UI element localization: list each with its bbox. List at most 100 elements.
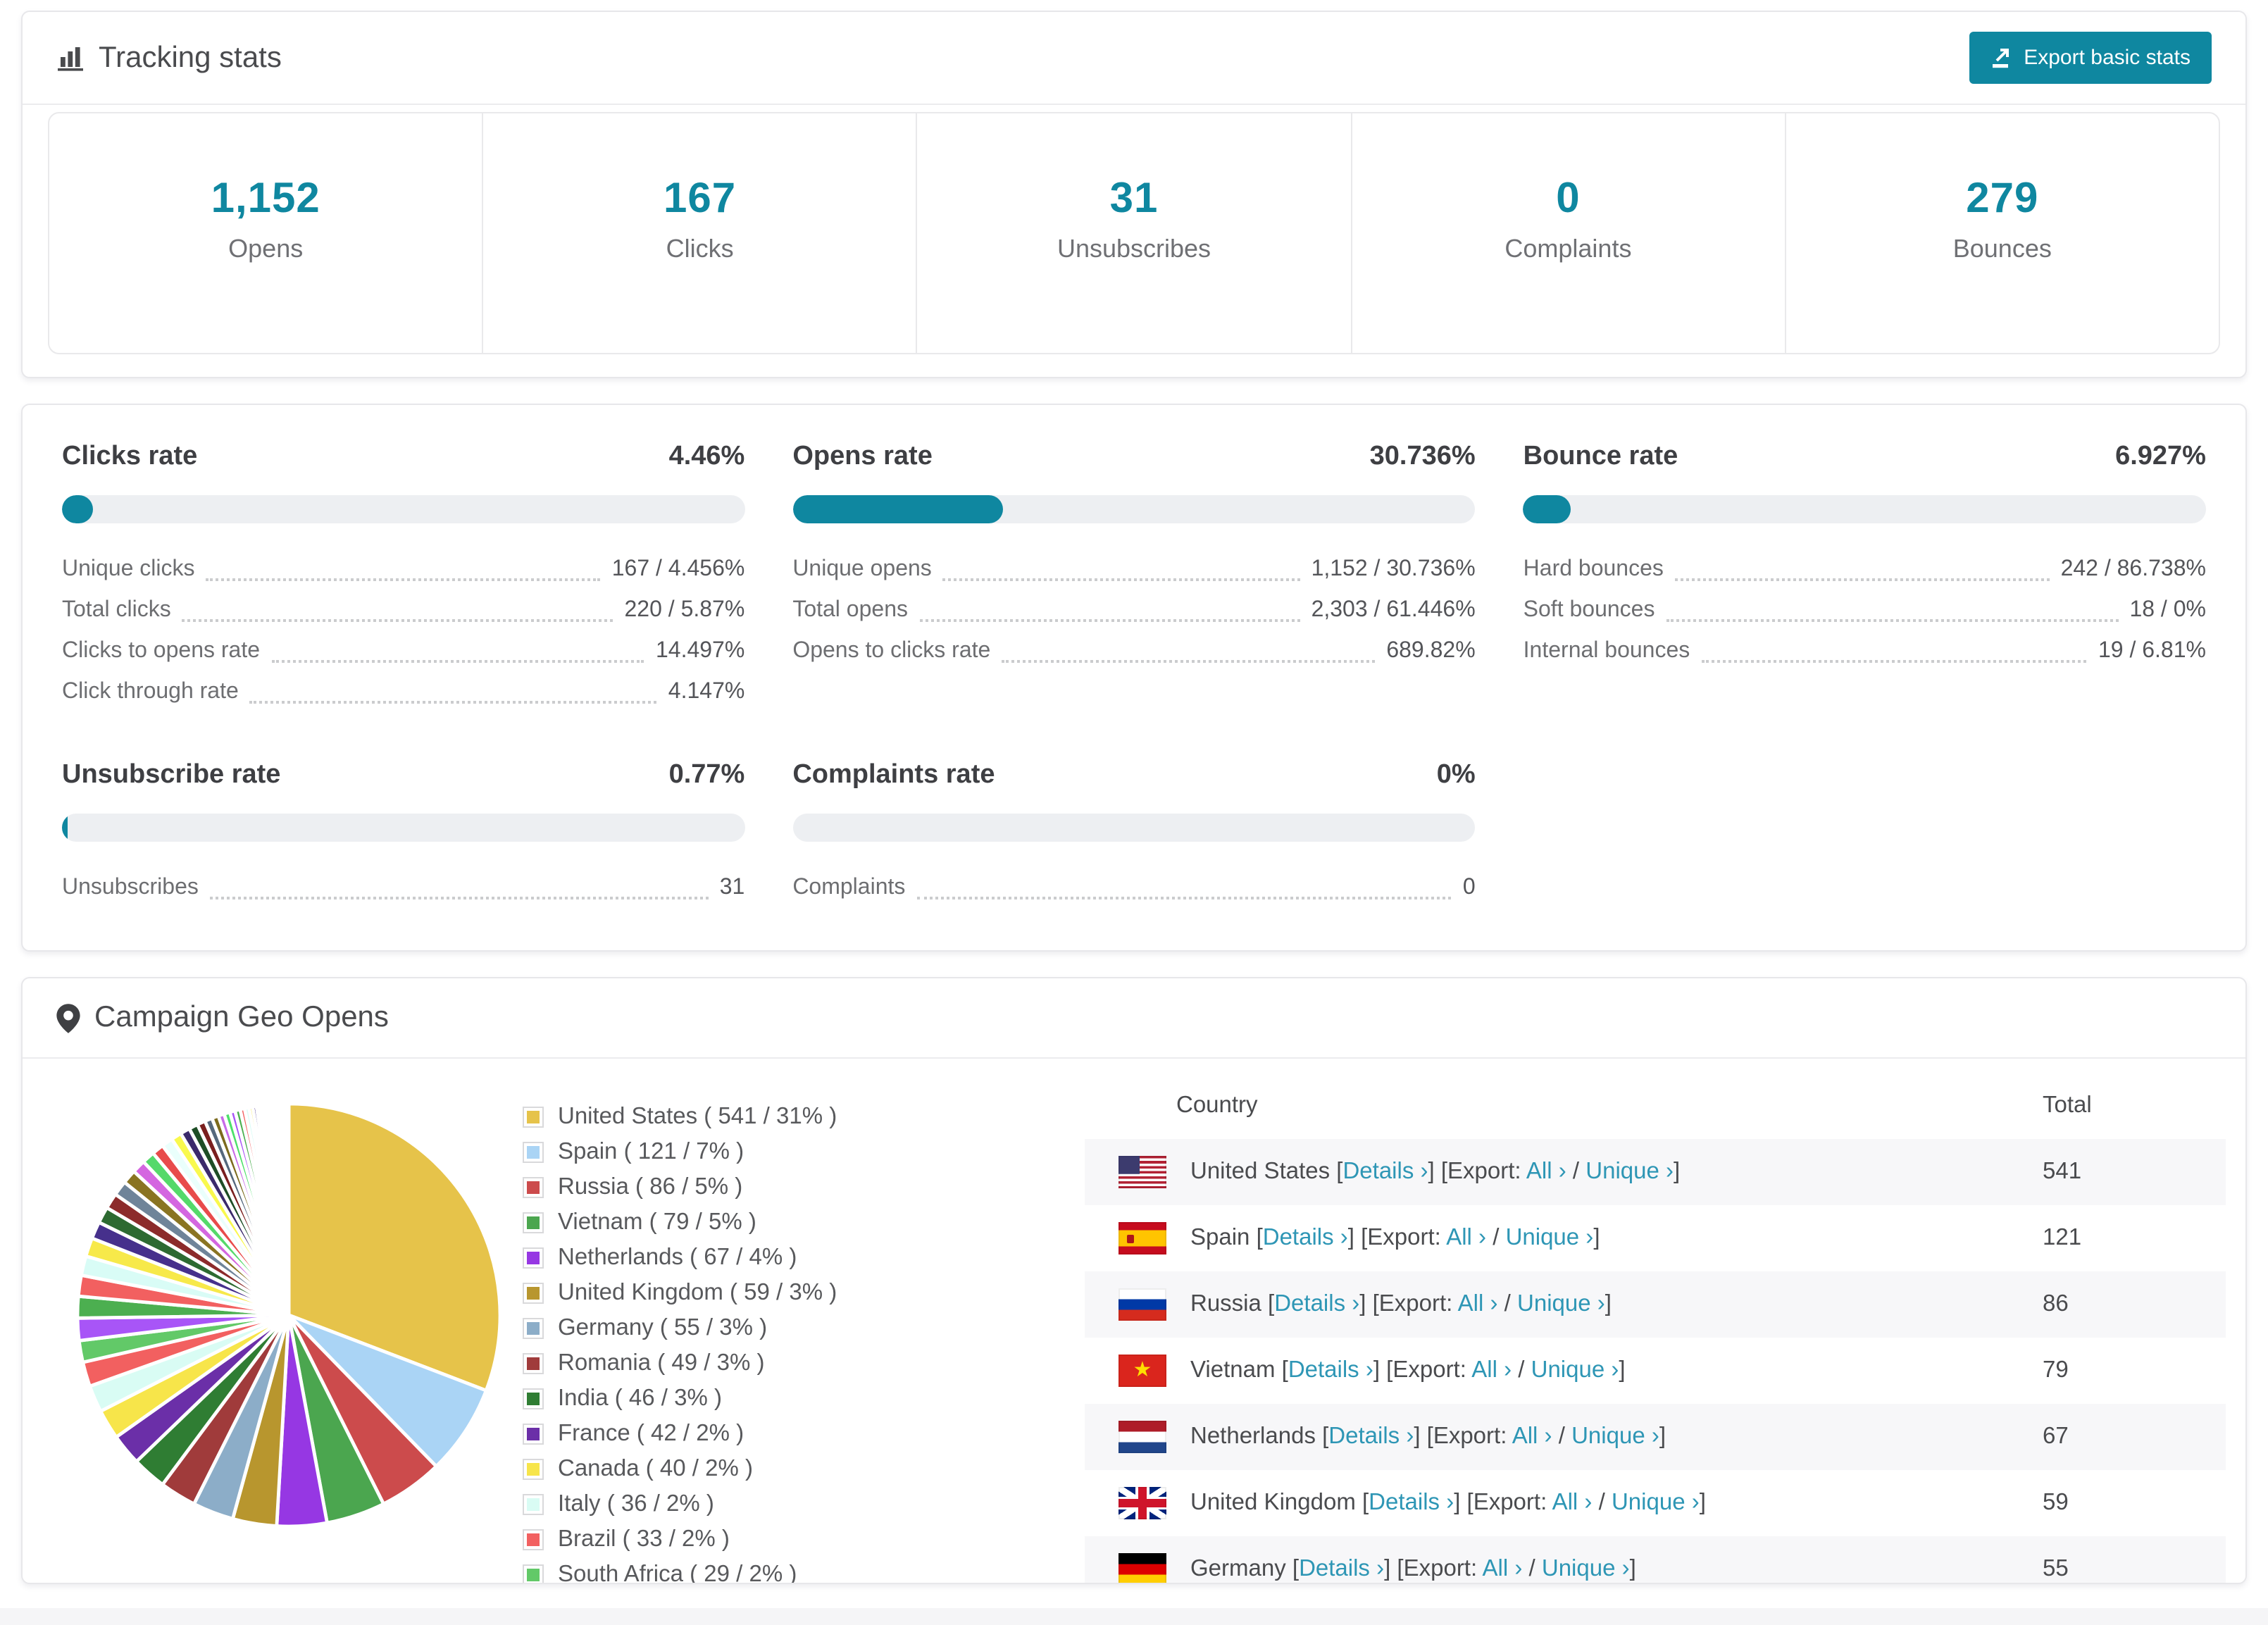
- legend-label: Brazil ( 33 / 2% ): [558, 1526, 730, 1552]
- geo-section-title: Campaign Geo Opens: [94, 1001, 389, 1033]
- rate-block: Clicks rate 4.46% Unique clicks 167 / 4.456…: [62, 442, 745, 712]
- rate-detail-row: Click through rate 4.147%: [62, 671, 744, 712]
- rate-detail-row: Clicks to opens rate 14.497%: [62, 630, 744, 671]
- legend-item[interactable]: Romania ( 49 / 3% ): [523, 1350, 1023, 1377]
- vn-flag-icon: [1119, 1355, 1166, 1387]
- details-link[interactable]: Details ›: [1328, 1424, 1414, 1449]
- dotted-leader: [1701, 660, 2087, 663]
- rate-percent: 4.46%: [668, 442, 745, 471]
- export-all-link[interactable]: All ›: [1458, 1291, 1498, 1316]
- export-all-link[interactable]: All ›: [1526, 1159, 1566, 1184]
- legend-item[interactable]: United Kingdom ( 59 / 3% ): [523, 1280, 1023, 1307]
- geo-opens-header: Campaign Geo Opens: [23, 978, 2245, 1059]
- rate-detail-label: Unique clicks: [62, 557, 195, 581]
- rate-details: Complaints 0: [792, 867, 1476, 908]
- export-all-link[interactable]: All ›: [1471, 1357, 1512, 1383]
- details-link[interactable]: Details ›: [1274, 1291, 1359, 1316]
- stat-card: 31 Unsubscribes: [916, 113, 1350, 353]
- legend-swatch: [523, 1247, 544, 1269]
- geo-row-country-cell: United States [Details ›] [Export: All ›…: [1085, 1156, 2043, 1188]
- geo-row-country-cell: Netherlands [Details ›] [Export: All › /…: [1085, 1421, 2043, 1453]
- dotted-leader: [209, 897, 709, 899]
- rate-detail-label: Total clicks: [62, 598, 171, 622]
- tracking-stats-title: Tracking stats: [56, 41, 282, 75]
- geo-legend: United States ( 541 / 31% ) Spain ( 121 /…: [523, 1059, 1023, 1583]
- legend-item[interactable]: Vietnam ( 79 / 5% ): [523, 1209, 1023, 1236]
- column-header-total: Total: [2043, 1092, 2092, 1118]
- details-link[interactable]: Details ›: [1288, 1357, 1373, 1383]
- legend-item[interactable]: Spain ( 121 / 7% ): [523, 1139, 1023, 1166]
- rate-detail-row: Hard bounces 242 / 86.738%: [1524, 549, 2206, 590]
- legend-item[interactable]: Russia ( 86 / 5% ): [523, 1174, 1023, 1201]
- rate-detail-label: Internal bounces: [1523, 639, 1690, 663]
- legend-item[interactable]: France ( 42 / 2% ): [523, 1421, 1023, 1447]
- details-link[interactable]: Details ›: [1342, 1159, 1428, 1184]
- details-link[interactable]: Details ›: [1263, 1225, 1348, 1250]
- legend-item[interactable]: Italy ( 36 / 2% ): [523, 1491, 1023, 1518]
- rate-detail-label: Unsubscribes: [62, 876, 199, 899]
- rate-detail-value: 19 / 6.81%: [2098, 639, 2206, 663]
- dotted-leader: [1674, 578, 2050, 581]
- stat-card: 0 Complaints: [1350, 113, 1784, 353]
- export-unique-link[interactable]: Unique ›: [1612, 1490, 1700, 1515]
- geo-row-country-cell: Germany [Details ›] [Export: All › / Uni…: [1085, 1553, 2043, 1583]
- details-link[interactable]: Details ›: [1299, 1556, 1384, 1581]
- dotted-leader: [182, 619, 613, 622]
- rate-progress-bar: [792, 495, 1476, 523]
- rate-detail-row: Unique clicks 167 / 4.456%: [62, 549, 744, 590]
- legend-swatch: [523, 1388, 544, 1409]
- legend-item[interactable]: Brazil ( 33 / 2% ): [523, 1526, 1023, 1553]
- geo-row-total: 59: [2043, 1490, 2069, 1515]
- legend-swatch: [523, 1459, 544, 1480]
- legend-item[interactable]: United States ( 541 / 31% ): [523, 1104, 1023, 1131]
- geo-table-row: United Kingdom [Details ›] [Export: All …: [1085, 1470, 2226, 1536]
- export-button-label: Export basic stats: [2024, 46, 2191, 70]
- geo-row-text: United States [Details ›] [Export: All ›…: [1190, 1159, 1681, 1184]
- export-unique-link[interactable]: Unique ›: [1571, 1424, 1659, 1449]
- legend-label: Spain ( 121 / 7% ): [558, 1139, 744, 1164]
- us-flag-icon: [1119, 1156, 1166, 1188]
- rate-detail-value: 31: [719, 876, 745, 899]
- rate-title: Clicks rate: [62, 442, 198, 471]
- legend-item[interactable]: South Africa ( 29 / 2% ): [523, 1562, 1023, 1583]
- pie-slice: [286, 1102, 291, 1317]
- legend-item[interactable]: Germany ( 55 / 3% ): [523, 1315, 1023, 1342]
- legend-item[interactable]: India ( 46 / 3% ): [523, 1386, 1023, 1412]
- legend-item[interactable]: Netherlands ( 67 / 4% ): [523, 1245, 1023, 1271]
- rate-progress-bar: [62, 495, 745, 523]
- export-unique-link[interactable]: Unique ›: [1506, 1225, 1594, 1250]
- geo-row-country-cell: United Kingdom [Details ›] [Export: All …: [1085, 1487, 2043, 1519]
- gb-flag-icon: [1119, 1487, 1166, 1519]
- export-all-link[interactable]: All ›: [1512, 1424, 1552, 1449]
- rate-title-row: Clicks rate 4.46%: [62, 442, 744, 473]
- rate-detail-label: Total opens: [792, 598, 908, 622]
- geo-table-row: United States [Details ›] [Export: All ›…: [1085, 1139, 2226, 1205]
- export-all-link[interactable]: All ›: [1483, 1556, 1523, 1581]
- export-unique-link[interactable]: Unique ›: [1585, 1159, 1674, 1184]
- geo-row-text: Russia [Details ›] [Export: All › / Uniq…: [1190, 1291, 1612, 1316]
- legend-item[interactable]: Canada ( 40 / 2% ): [523, 1456, 1023, 1483]
- export-all-link[interactable]: All ›: [1552, 1490, 1593, 1515]
- export-unique-link[interactable]: Unique ›: [1517, 1291, 1605, 1316]
- export-unique-link[interactable]: Unique ›: [1531, 1357, 1619, 1383]
- geo-pie-chart: [23, 1059, 523, 1542]
- export-basic-stats-button[interactable]: Export basic stats: [1969, 32, 2212, 84]
- dotted-leader: [249, 701, 657, 704]
- geo-row-total: 79: [2043, 1357, 2069, 1383]
- geo-table: Country Total United States [Details ›] …: [1085, 1076, 2226, 1583]
- export-all-link[interactable]: All ›: [1446, 1225, 1486, 1250]
- geo-row-country-cell: Vietnam [Details ›] [Export: All › / Uni…: [1085, 1355, 2043, 1387]
- rate-details: Unique clicks 167 / 4.456% Total clicks 220…: [62, 549, 744, 712]
- details-link[interactable]: Details ›: [1369, 1490, 1454, 1515]
- rate-details: Unique opens 1,152 / 30.736% Total opens 2,…: [792, 549, 1476, 671]
- geo-row-text: Spain [Details ›] [Export: All › / Uniqu…: [1190, 1225, 1600, 1250]
- rate-detail-row: Soft bounces 18 / 0%: [1524, 590, 2206, 630]
- rate-detail-label: Soft bounces: [1523, 598, 1655, 622]
- column-header-country: Country: [1176, 1092, 1258, 1118]
- geo-table-row: Vietnam [Details ›] [Export: All › / Uni…: [1085, 1338, 2226, 1404]
- nl-flag-icon: [1119, 1421, 1166, 1453]
- export-unique-link[interactable]: Unique ›: [1542, 1556, 1630, 1581]
- geo-row-text: United Kingdom [Details ›] [Export: All …: [1190, 1490, 1706, 1515]
- stats-summary-box: 1,152 Opens 167 Clicks 31 Unsubscribes 0 Compla…: [48, 112, 2220, 354]
- page-title: Tracking stats: [99, 41, 282, 73]
